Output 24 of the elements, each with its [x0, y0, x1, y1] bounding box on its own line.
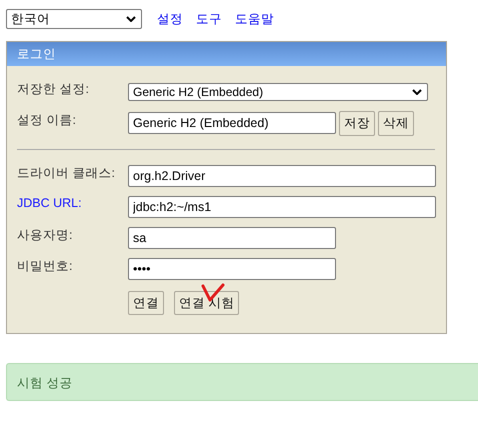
field-label: 사용자명:	[17, 227, 74, 244]
action-button[interactable]: 연결 시험	[174, 291, 240, 315]
chevron-down-icon	[412, 89, 422, 95]
language-dropdown[interactable]: 한국어	[6, 9, 142, 29]
nav-link[interactable]: 도움말	[235, 10, 274, 28]
action-button[interactable]: 연결	[128, 291, 164, 315]
saved-settings-dropdown[interactable]: Generic H2 (Embedded)	[128, 83, 428, 101]
field-label-link[interactable]: JDBC URL:	[17, 196, 128, 210]
chevron-down-icon	[126, 16, 136, 22]
action-button[interactable]: 저장	[339, 110, 375, 136]
field-label: 저장한 설정:	[17, 81, 90, 98]
panel-title: 로그인	[7, 42, 446, 66]
field-label: 설정 이름:	[17, 112, 77, 129]
input-field[interactable]: sa	[128, 227, 336, 249]
field-label: 드라이버 클래스:	[17, 165, 116, 182]
nav-link[interactable]: 도구	[196, 10, 222, 28]
input-field[interactable]: jdbc:h2:~/ms1	[128, 196, 436, 218]
field-label: 비밀번호:	[17, 258, 74, 275]
action-button[interactable]: 삭제	[378, 110, 414, 136]
input-field[interactable]: org.h2.Driver	[128, 165, 436, 187]
input-field[interactable]: Generic H2 (Embedded)	[128, 112, 336, 134]
input-field[interactable]: ••••	[128, 258, 336, 280]
success-message: 시험 성공	[6, 363, 478, 401]
nav-link[interactable]: 설정	[157, 10, 183, 28]
